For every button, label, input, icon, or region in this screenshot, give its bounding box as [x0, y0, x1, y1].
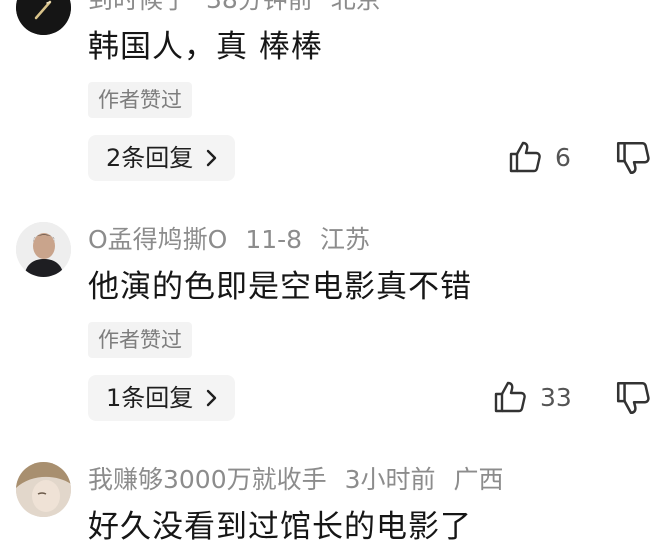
view-replies-button[interactable]: 1条回复: [88, 375, 236, 421]
comment-location: 广西: [453, 465, 504, 494]
comment-time: 38分钟前: [206, 0, 313, 14]
thumbs-down-icon[interactable]: [614, 139, 652, 177]
comment-meta: 到时候了 38分钟前 北京: [88, 0, 391, 16]
comment-time: 3小时前: [344, 465, 436, 494]
like-count: 6: [555, 142, 571, 172]
reply-count-label: 1条回复: [106, 384, 194, 412]
like-button[interactable]: 6: [507, 139, 571, 175]
thumbs-up-icon: [509, 141, 541, 173]
username[interactable]: O孟得鸠撕O: [88, 225, 227, 254]
author-liked-badge: 作者赞过: [88, 82, 192, 118]
comment-meta: O孟得鸠撕O 11-8 江苏: [88, 224, 380, 256]
chevron-right-icon: [207, 389, 217, 407]
comment-text: 他演的色即是空电影真不错: [88, 269, 472, 305]
comment-text: 韩国人，真 棒棒: [88, 29, 323, 65]
comment-meta: 我赚够3000万就收手 3小时前 广西: [88, 464, 513, 496]
comment-location: 江苏: [320, 225, 371, 254]
username[interactable]: 到时候了: [88, 0, 188, 14]
avatar-image: [16, 222, 71, 277]
thumbs-down-icon[interactable]: [614, 379, 652, 417]
avatar[interactable]: [16, 222, 71, 277]
comment-list: 到时候了 38分钟前 北京 韩国人，真 棒棒 作者赞过 2条回复 6: [0, 0, 669, 544]
like-button[interactable]: 33: [492, 379, 572, 415]
like-count: 33: [540, 382, 572, 412]
thumbs-up-icon: [494, 381, 526, 413]
author-liked-badge: 作者赞过: [88, 322, 192, 358]
avatar[interactable]: [16, 0, 71, 35]
reply-count-label: 2条回复: [106, 144, 194, 172]
avatar[interactable]: [16, 462, 71, 517]
view-replies-button[interactable]: 2条回复: [88, 135, 236, 181]
comment-location: 北京: [331, 0, 381, 14]
chevron-right-icon: [207, 149, 217, 167]
comment-time: 11-8: [245, 225, 303, 254]
comment-text: 好久没看到过馆长的电影了: [88, 509, 472, 544]
avatar-image: [16, 462, 71, 517]
avatar-image: [16, 0, 71, 35]
username[interactable]: 我赚够3000万就收手: [88, 465, 327, 494]
